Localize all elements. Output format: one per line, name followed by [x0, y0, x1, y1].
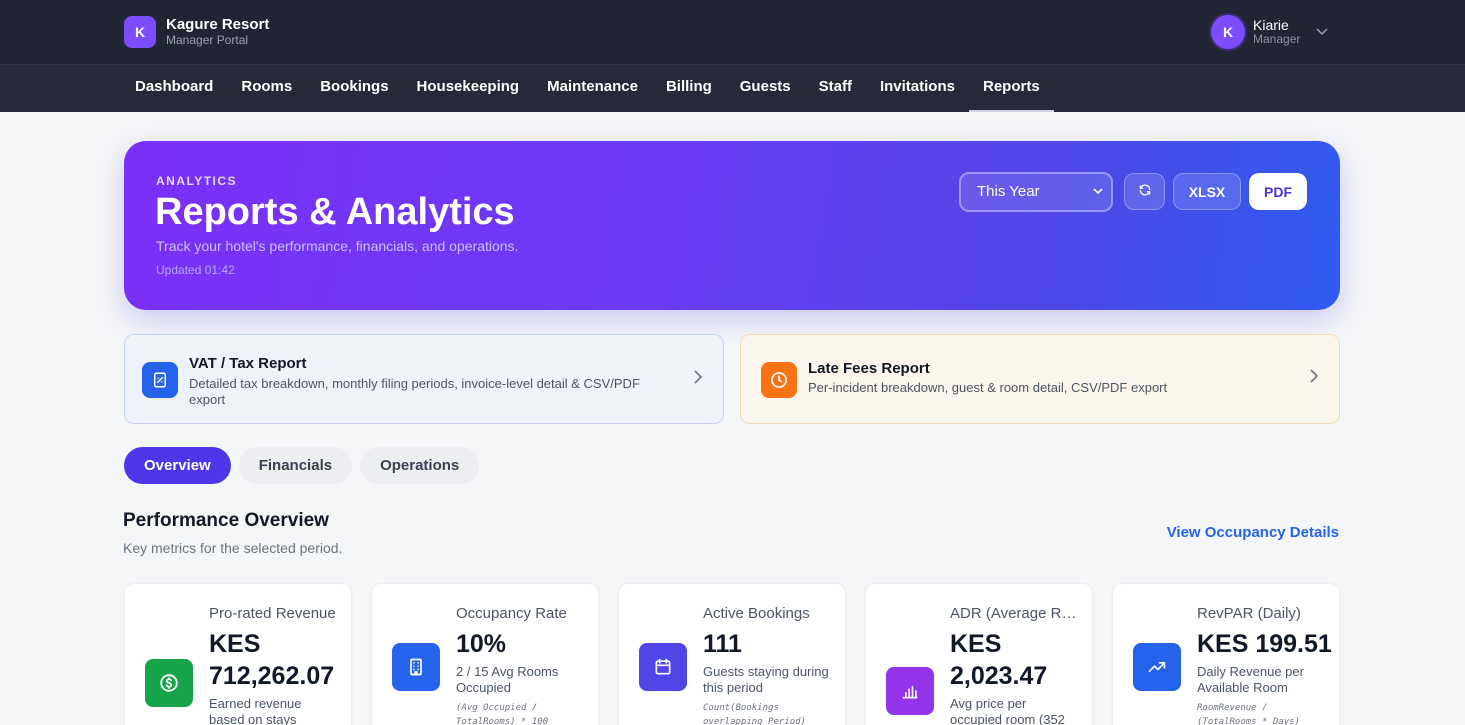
- kpi-formula: (Avg Occupied / TotalRooms) * 100: [456, 703, 549, 725]
- report-tabs: Overview Financials Operations: [124, 447, 480, 484]
- main-nav: Dashboard Rooms Bookings Housekeeping Ma…: [0, 65, 1465, 112]
- kpi-description: Avg price per occupied room (352: [950, 696, 1065, 725]
- page-subtitle: Track your hotel's performance, financia…: [156, 238, 519, 254]
- chevron-down-icon[interactable]: [1316, 25, 1328, 39]
- kpi-card-active-bookings: Active Bookings 111 Guests staying durin…: [618, 583, 846, 725]
- hero-eyebrow: ANALYTICS: [156, 174, 238, 188]
- calendar-icon: [639, 643, 687, 691]
- kpi-value: KES 712,262.07: [209, 630, 335, 690]
- late-fees-report-description: Per-incident breakdown, guest & room det…: [808, 380, 1168, 395]
- brand-subtitle: Manager Portal: [166, 32, 249, 47]
- user-menu[interactable]: K Kiarie Manager: [1211, 15, 1328, 49]
- bar-chart-icon: [886, 667, 934, 715]
- kpi-label: Active Bookings: [703, 605, 810, 622]
- brand-logo: K: [124, 16, 156, 48]
- nav-item-staff[interactable]: Staff: [805, 65, 866, 112]
- nav-item-housekeeping[interactable]: Housekeeping: [403, 65, 534, 112]
- export-pdf-button[interactable]: PDF: [1249, 173, 1307, 210]
- refresh-icon: [1138, 183, 1152, 200]
- user-name: Kiarie: [1253, 17, 1289, 34]
- nav-item-guests[interactable]: Guests: [726, 65, 805, 112]
- avatar: K: [1211, 15, 1245, 49]
- kpi-card-occupancy: Occupancy Rate 10% 2 / 15 Avg Rooms Occu…: [371, 583, 599, 725]
- kpi-label: RevPAR (Daily): [1197, 605, 1301, 622]
- kpi-card-revenue: Pro-rated Revenue KES 712,262.07 Earned …: [124, 583, 352, 725]
- tab-overview[interactable]: Overview: [124, 447, 231, 484]
- vat-report-title: VAT / Tax Report: [189, 355, 307, 372]
- kpi-value: 111: [703, 630, 742, 658]
- tab-operations[interactable]: Operations: [360, 447, 480, 484]
- kpi-card-adr: ADR (Average Rate) KES 2,023.47 Avg pric…: [865, 583, 1093, 725]
- export-xlsx-button[interactable]: XLSX: [1173, 173, 1241, 210]
- chevron-right-icon: [1310, 367, 1319, 388]
- building-icon: [392, 643, 440, 691]
- vat-report-description: Detailed tax breakdown, monthly filing p…: [189, 376, 640, 407]
- kpi-description: Guests staying during this period: [703, 664, 829, 695]
- top-bar: K Kagure Resort Manager Portal K Kiarie …: [0, 0, 1465, 65]
- late-fees-report-title: Late Fees Report: [808, 360, 930, 377]
- receipt-icon: [142, 362, 178, 398]
- section-title: Performance Overview: [123, 510, 329, 531]
- section-subtitle: Key metrics for the selected period.: [123, 540, 343, 556]
- nav-item-dashboard[interactable]: Dashboard: [121, 65, 227, 112]
- dollar-icon: [145, 659, 193, 707]
- kpi-description: 2 / 15 Avg Rooms Occupied: [456, 664, 559, 695]
- kpi-formula: RoomRevenue / (TotalRooms * Days): [1197, 703, 1300, 725]
- kpi-value: KES 199.51: [1197, 630, 1332, 658]
- period-select-value: This Year: [977, 183, 1040, 200]
- nav-item-billing[interactable]: Billing: [652, 65, 726, 112]
- kpi-label: Occupancy Rate: [456, 605, 567, 622]
- kpi-value: 10%: [456, 630, 507, 658]
- trending-up-icon: [1133, 643, 1181, 691]
- nav-item-reports[interactable]: Reports: [968, 65, 1054, 112]
- hero-banner: ANALYTICS Reports & Analytics Track your…: [124, 141, 1340, 310]
- vat-report-card[interactable]: VAT / Tax Report Detailed tax breakdown,…: [124, 334, 724, 424]
- chevron-right-icon: [694, 368, 703, 389]
- kpi-value: KES 2,023.47: [950, 630, 1048, 690]
- tab-financials[interactable]: Financials: [238, 447, 353, 484]
- nav-item-invitations[interactable]: Invitations: [866, 65, 969, 112]
- updated-time: Updated 01:42: [156, 263, 235, 277]
- brand-name: Kagure Resort: [166, 16, 270, 34]
- kpi-formula: Count(Bookings overlapping Period): [703, 703, 806, 725]
- nav-item-rooms[interactable]: Rooms: [227, 65, 306, 112]
- kpi-label: Pro-rated Revenue: [209, 605, 336, 622]
- kpi-description: Daily Revenue per Available Room: [1197, 664, 1304, 695]
- nav-item-bookings[interactable]: Bookings: [306, 65, 402, 112]
- brand[interactable]: K Kagure Resort Manager Portal: [124, 16, 269, 48]
- kpi-label: ADR (Average Rate): [950, 605, 1080, 622]
- clock-icon: [761, 362, 797, 398]
- kpi-description: Earned revenue based on stays: [209, 696, 302, 725]
- late-fees-report-card[interactable]: Late Fees Report Per-incident breakdown,…: [740, 334, 1340, 424]
- nav-item-maintenance[interactable]: Maintenance: [533, 65, 652, 112]
- user-role: Manager: [1253, 32, 1301, 47]
- page-title: Reports & Analytics: [155, 191, 515, 233]
- chevron-down-icon: [1093, 174, 1103, 210]
- refresh-button[interactable]: [1124, 173, 1165, 210]
- view-occupancy-details-link[interactable]: View Occupancy Details: [1167, 524, 1339, 541]
- kpi-card-revpar: RevPAR (Daily) KES 199.51 Daily Revenue …: [1112, 583, 1340, 725]
- period-select[interactable]: This Year: [959, 172, 1113, 212]
